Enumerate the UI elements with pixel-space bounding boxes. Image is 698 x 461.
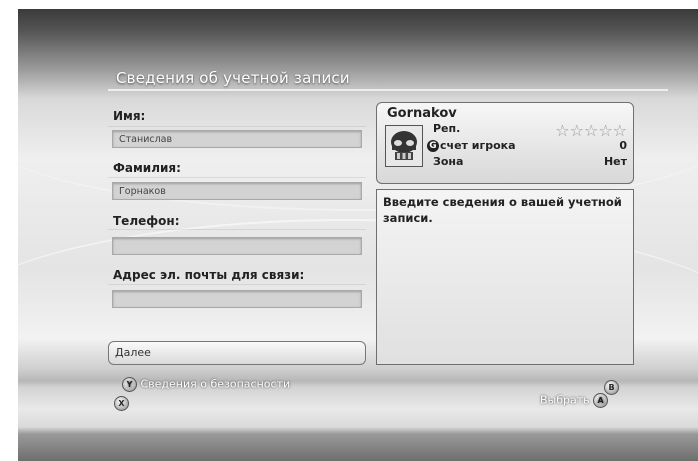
star-outline-icon: ☆ — [555, 121, 570, 140]
gamerscore-label: Gсчет игрока — [427, 139, 516, 152]
security-label: Сведения о безопасности — [140, 377, 291, 391]
star-outline-icon: ☆ — [583, 121, 599, 140]
dashboard-screen: Сведения об учетной записи Имя: Станисла… — [18, 9, 698, 461]
x-button-icon: X — [114, 396, 129, 411]
select-label: Выбрать — [540, 393, 590, 407]
phone-label: Телефон: — [113, 214, 180, 228]
title-divider — [108, 89, 668, 91]
a-button-icon: A — [593, 393, 609, 408]
last-name-label: Фамилия: — [113, 161, 181, 175]
rep-stars: ☆☆☆☆☆ — [555, 123, 627, 139]
x-hint[interactable]: X — [114, 393, 129, 412]
gamerscore-icon: G — [427, 140, 439, 152]
rep-label: Реп. — [433, 122, 461, 135]
zone-value: Нет — [603, 155, 627, 168]
next-button[interactable]: Далее — [108, 341, 366, 365]
email-label: Адрес эл. почты для связи: — [113, 268, 305, 282]
first-name-label: Имя: — [113, 109, 146, 123]
phone-field[interactable] — [112, 237, 362, 255]
last-name-field[interactable]: Горнаков — [112, 182, 362, 200]
help-text-box: Введите сведения о вашей учетной записи. — [376, 189, 634, 365]
row-divider — [108, 105, 366, 127]
star-outline-icon: ☆ — [569, 121, 584, 140]
page-title: Сведения об учетной записи — [116, 69, 350, 87]
star-outline-icon: ☆ — [598, 121, 613, 140]
help-text: Введите сведения о вашей учетной записи. — [383, 195, 622, 225]
gamertag: Gornakov — [387, 106, 457, 121]
first-name-field[interactable]: Станислав — [112, 130, 362, 148]
star-outline-icon: ☆ — [612, 121, 627, 140]
select-hint[interactable]: Выбрать A — [540, 393, 609, 408]
y-button-icon: Y — [122, 377, 137, 392]
skull-avatar-icon — [385, 125, 423, 167]
email-field[interactable] — [112, 290, 362, 308]
gamerscore-value: 0 — [619, 139, 627, 152]
zone-label: Зона — [433, 155, 464, 168]
security-hint[interactable]: Y Сведения о безопасности — [122, 377, 290, 392]
gamer-card[interactable]: Gornakov Реп. ☆☆☆☆☆ Gсчет игрока 0 Зона … — [376, 102, 634, 184]
